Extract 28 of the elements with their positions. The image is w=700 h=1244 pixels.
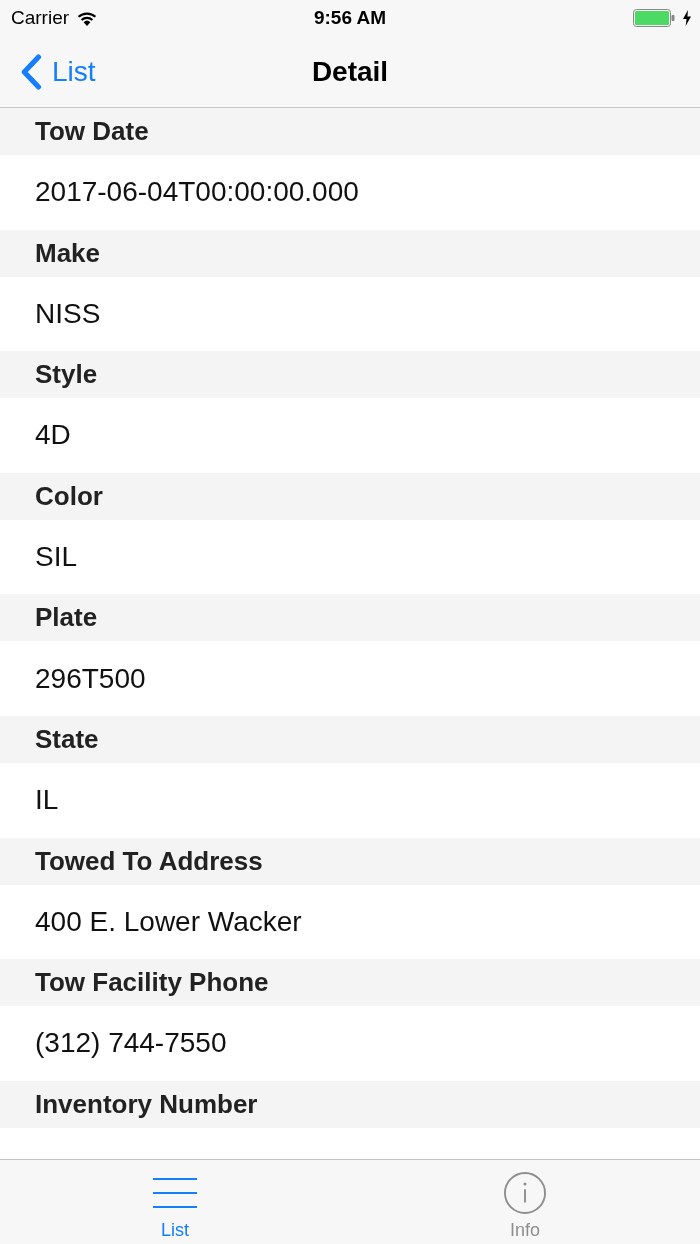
carrier-label: Carrier [11, 7, 70, 29]
back-button[interactable]: List [20, 53, 96, 90]
screen-title: Detail [311, 55, 389, 88]
chevron-left-icon [20, 53, 42, 90]
field-value: 296T500 [35, 662, 146, 695]
field-value: IL [35, 784, 59, 817]
status-time: 9:56 AM [313, 7, 387, 29]
tab-bar-item[interactable]: Info [350, 1160, 700, 1244]
field-label: Tow Date [35, 116, 149, 147]
field-label: State [35, 723, 99, 755]
list-lines-icon [153, 1178, 197, 1208]
info-icon [504, 1172, 546, 1214]
field-label: Towed To Address [35, 845, 263, 877]
field-label: Inventory Number [35, 1088, 258, 1120]
field-label: Color [35, 480, 103, 512]
field-label: Make [35, 237, 101, 269]
field-label: Plate [35, 602, 98, 634]
wifi-icon [77, 10, 98, 26]
field-value: 4D [35, 419, 71, 452]
field-label: Style [35, 359, 98, 391]
field-value: 2017-06-04T00:00:00.000 [35, 176, 359, 209]
field-label: Tow Facility Phone [35, 967, 269, 999]
battery-icon [633, 9, 675, 27]
field-value: NISS [35, 297, 101, 330]
field-value: (312) 744-7550 [35, 1027, 227, 1060]
tab-bar-item[interactable]: List [0, 1160, 350, 1244]
field-value: 400 E. Lower Wacker [35, 905, 302, 938]
field-value: SIL [35, 541, 78, 574]
